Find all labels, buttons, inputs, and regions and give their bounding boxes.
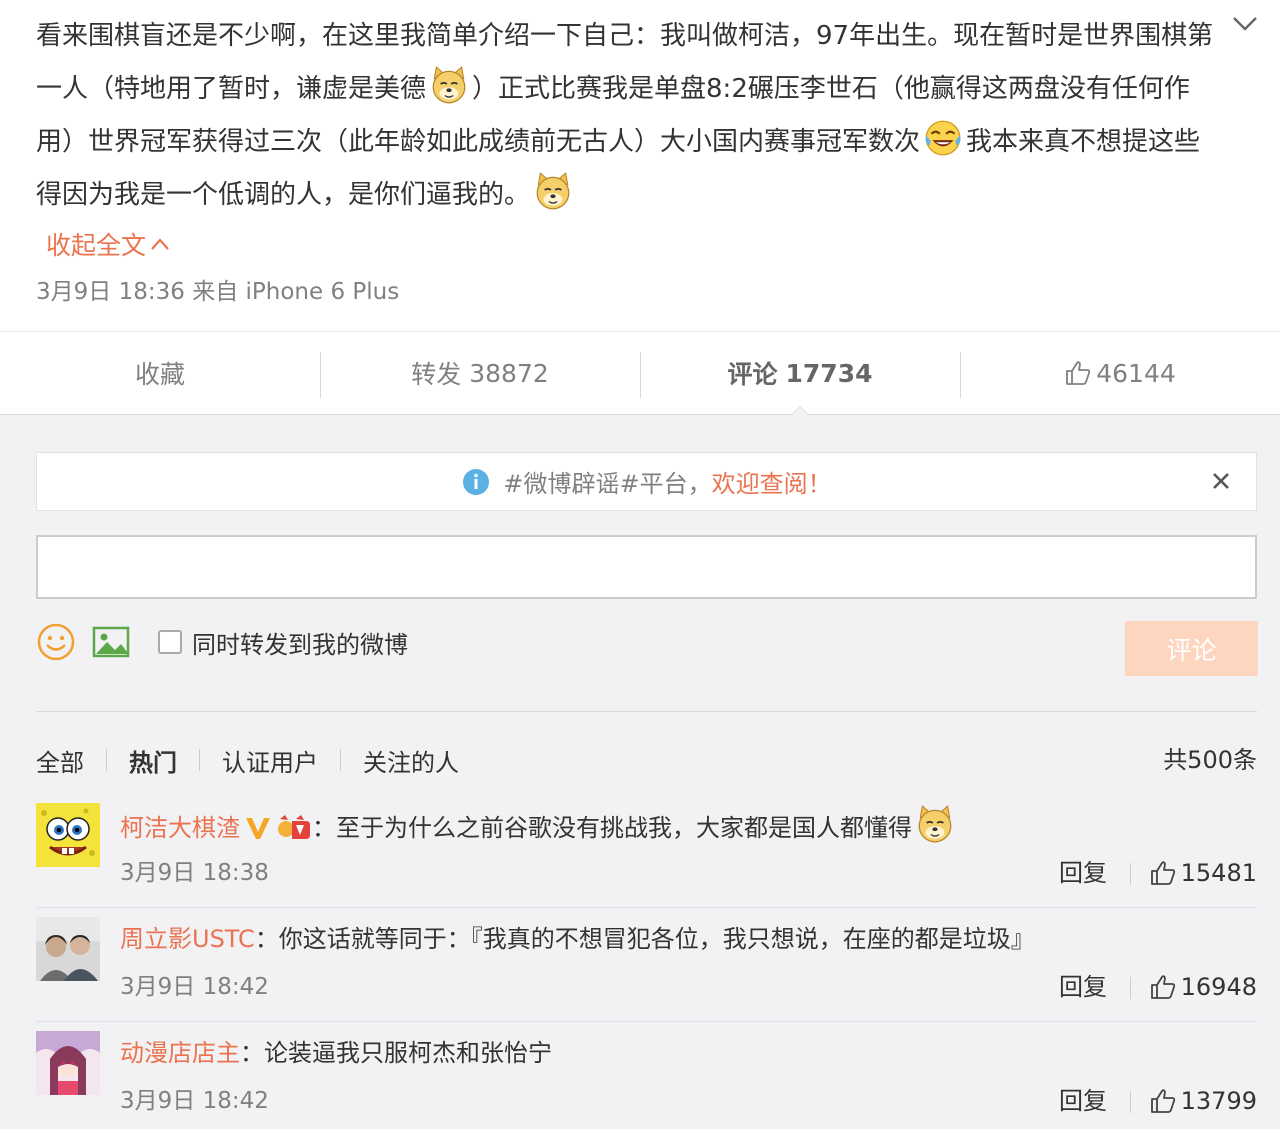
comment-section: #微博辟谣#平台， 欢迎查阅！ 同时转发到我的微博 评论 全部 热门 认证用户 关… <box>0 415 1280 1129</box>
row-divider <box>36 1021 1257 1022</box>
vip-badge-icon <box>278 815 310 839</box>
weibo-post: 看来围棋盲还是不少啊，在这里我简单介绍一下自己：我叫做柯洁，97年出生。现在暂时… <box>0 0 1280 330</box>
comment-time: 3月9日 18:42 <box>120 1088 269 1114</box>
comment-user[interactable]: 动漫店店主 <box>120 1039 240 1067</box>
filter-following[interactable]: 关注的人 <box>363 743 459 778</box>
reply-button[interactable]: 回复 <box>1059 967 1107 1007</box>
comment-total: 共500条 <box>1163 746 1257 774</box>
favorite-button[interactable]: 收藏 <box>0 332 320 414</box>
comment-tab[interactable]: 评论 17734 <box>640 332 960 415</box>
notice-link[interactable]: 欢迎查阅！ <box>712 464 832 499</box>
action-separator <box>1130 1091 1131 1113</box>
forward-checkbox[interactable] <box>158 630 182 654</box>
comment-time: 3月9日 18:42 <box>120 974 269 1000</box>
comment-time: 3月9日 18:38 <box>120 860 269 886</box>
image-icon[interactable] <box>91 622 131 662</box>
chevron-up-icon <box>151 238 169 250</box>
avatar-image <box>36 917 100 981</box>
forward-count: 38872 <box>469 358 549 388</box>
avatar-image <box>36 803 100 867</box>
doge-emoji-icon <box>432 66 466 104</box>
comment-like-count: 16948 <box>1180 973 1257 1001</box>
like-count: 46144 <box>1096 358 1176 388</box>
forward-label: 转发 <box>411 360 462 389</box>
forward-checkbox-label[interactable]: 同时转发到我的微博 <box>192 625 408 660</box>
post-meta: 3月9日 18:36 来自 iPhone 6 Plus <box>36 272 399 312</box>
post-source[interactable]: iPhone 6 Plus <box>246 279 400 305</box>
comment-item: 周立影USTC：你这话就等同于：『我真的不想冒犯各位，我只想说，在座的都是垃圾』… <box>36 917 1257 1032</box>
action-separator <box>1130 863 1131 885</box>
filter-verified[interactable]: 认证用户 <box>222 743 318 778</box>
comment-like-count: 15481 <box>1180 859 1257 887</box>
thumb-up-icon <box>1150 975 1175 999</box>
avatar[interactable] <box>36 1031 100 1095</box>
post-time[interactable]: 3月9日 18:36 <box>36 279 185 305</box>
comment-like-count: 13799 <box>1180 1087 1257 1115</box>
comment-input[interactable] <box>36 535 1257 599</box>
composer-tools: 同时转发到我的微博 <box>36 620 408 664</box>
comment-text: 柯洁大棋渣 ：至于为什么之前谷歌没有挑战我，大家都是国人都懂得 <box>120 803 958 850</box>
filter-all[interactable]: 全部 <box>36 743 84 778</box>
reply-button[interactable]: 回复 <box>1059 1081 1107 1121</box>
comment-item: 动漫店店主：论装逼我只服柯杰和张怡宁 3月9日 18:42 回复 13799 <box>36 1031 1257 1129</box>
filter-separator <box>199 749 200 771</box>
thumb-up-icon <box>1150 1089 1175 1113</box>
forward-button[interactable]: 转发 38872 <box>320 332 640 414</box>
comment-user[interactable]: 周立影USTC <box>120 925 255 953</box>
close-icon[interactable] <box>1208 468 1234 494</box>
post-from: 来自 <box>192 279 239 305</box>
post-text: 看来围棋盲还是不少啊，在这里我简单介绍一下自己：我叫做柯洁，97年出生。现在暂时… <box>36 10 1226 222</box>
comment-item: 柯洁大棋渣 ：至于为什么之前谷歌没有挑战我，大家都是国人都懂得 3月9日 18:3… <box>36 803 1257 918</box>
info-icon <box>463 468 490 495</box>
comment-text: 动漫店店主：论装逼我只服柯杰和张怡宁 <box>120 1031 552 1075</box>
divider <box>36 711 1257 712</box>
comment-like-button[interactable]: 16948 <box>1149 967 1257 1007</box>
comment-like-button[interactable]: 15481 <box>1149 853 1257 893</box>
filter-hot[interactable]: 热门 <box>129 743 177 778</box>
active-tab-caret <box>792 407 808 415</box>
row-divider <box>36 907 1257 908</box>
comment-filters: 全部 热门 认证用户 关注的人 <box>36 741 459 779</box>
doge-emoji-icon <box>536 172 570 210</box>
rumor-notice-bar: #微博辟谣#平台， 欢迎查阅！ <box>36 452 1257 511</box>
submit-comment-button[interactable]: 评论 <box>1125 621 1258 676</box>
avatar[interactable] <box>36 803 100 867</box>
chevron-down-icon[interactable] <box>1228 6 1262 40</box>
comment-body: ：你这话就等同于：『我真的不想冒犯各位，我只想说，在座的都是垃圾』 <box>254 925 1035 953</box>
collapse-full-text-link[interactable]: 收起全文 <box>46 224 170 268</box>
collapse-label: 收起全文 <box>46 231 147 260</box>
thumb-up-icon <box>1066 361 1091 385</box>
comment-like-button[interactable]: 13799 <box>1149 1081 1257 1121</box>
comment-label: 评论 <box>727 360 778 389</box>
comment-user[interactable]: 柯洁大棋渣 <box>120 814 240 842</box>
comment-body: ：论装逼我只服柯杰和张怡宁 <box>240 1039 552 1067</box>
thumb-up-icon <box>1150 861 1175 885</box>
comment-count: 17734 <box>785 358 873 388</box>
comment-text: 周立影USTC：你这话就等同于：『我真的不想冒犯各位，我只想说，在座的都是垃圾』 <box>120 917 1035 961</box>
reply-button[interactable]: 回复 <box>1059 853 1107 893</box>
avatar[interactable] <box>36 917 100 981</box>
post-action-bar: 收藏 转发 38872 评论 17734 46144 <box>0 331 1280 415</box>
favorite-label: 收藏 <box>134 360 185 389</box>
laugh-cry-emoji-icon <box>925 120 961 156</box>
verified-v-icon <box>246 818 270 839</box>
filter-separator <box>106 749 107 771</box>
smiley-icon[interactable] <box>36 622 76 662</box>
notice-text[interactable]: #微博辟谣#平台， <box>503 464 711 499</box>
doge-emoji-icon <box>918 805 952 843</box>
filter-separator <box>340 749 341 771</box>
action-separator <box>1130 977 1131 999</box>
like-button[interactable]: 46144 <box>960 332 1280 414</box>
comment-body: ：至于为什么之前谷歌没有挑战我，大家都是国人都懂得 <box>312 814 912 842</box>
avatar-image <box>36 1031 100 1095</box>
